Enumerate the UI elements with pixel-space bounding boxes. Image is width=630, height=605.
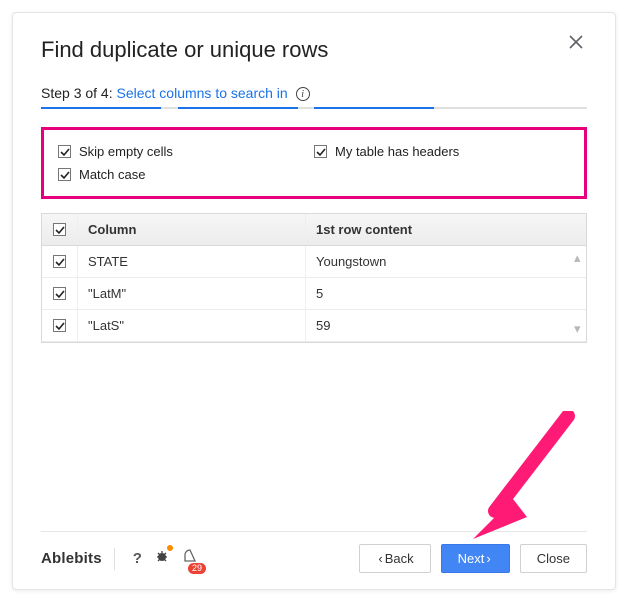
notification-badge: 29 (188, 563, 206, 574)
brand-label: Ablebits (41, 550, 102, 567)
divider (114, 548, 115, 570)
table-row[interactable]: "LatS"59▾ (42, 310, 586, 342)
row-first-content: 59▾ (306, 310, 586, 341)
button-label: Close (537, 551, 570, 566)
table-header: Column 1st row content (42, 214, 586, 246)
bug-icon[interactable] (154, 548, 170, 569)
info-icon[interactable]: i (296, 87, 310, 101)
table-row[interactable]: "LatM"5 (42, 278, 586, 310)
step-prefix: Step 3 of 4: (41, 85, 117, 101)
dialog-footer: Ablebits ? 29 ‹ Back Next › Close (41, 531, 587, 573)
dialog: Find duplicate or unique rows Step 3 of … (12, 12, 616, 590)
scroll-down-icon[interactable]: ▾ (574, 321, 582, 337)
chevron-left-icon: ‹ (378, 551, 382, 566)
row-first-content: 5 (306, 278, 586, 309)
row-first-content: Youngstown▴ (306, 246, 586, 277)
checkbox-icon (58, 168, 71, 181)
option-match-case[interactable]: Match case (58, 163, 314, 186)
button-label: Next (458, 551, 485, 566)
option-skip-empty[interactable]: Skip empty cells (58, 140, 314, 163)
row-checkbox[interactable] (42, 246, 78, 277)
option-has-headers[interactable]: My table has headers (314, 140, 570, 163)
checkbox-icon (58, 145, 71, 158)
columns-table: Column 1st row content STATEYoungstown▴"… (41, 213, 587, 343)
button-label: Back (385, 551, 414, 566)
dialog-title: Find duplicate or unique rows (41, 37, 587, 63)
row-column-name: "LatS" (78, 310, 306, 341)
header-column[interactable]: Column (78, 214, 306, 245)
back-button[interactable]: ‹ Back (359, 544, 430, 573)
step-link[interactable]: Select columns to search in (117, 85, 288, 101)
row-checkbox[interactable] (42, 310, 78, 341)
close-icon[interactable] (569, 35, 589, 55)
select-all-checkbox[interactable] (42, 214, 78, 245)
table-row[interactable]: STATEYoungstown▴ (42, 246, 586, 278)
row-checkbox[interactable] (42, 278, 78, 309)
footer-buttons: ‹ Back Next › Close (359, 544, 587, 573)
chevron-right-icon: › (486, 551, 490, 566)
option-label: My table has headers (335, 144, 459, 159)
option-label: Match case (79, 167, 145, 182)
close-button[interactable]: Close (520, 544, 587, 573)
scroll-up-icon[interactable]: ▴ (574, 250, 582, 266)
help-icon[interactable]: ? (133, 550, 142, 568)
notifications-icon[interactable]: 29 (182, 548, 198, 569)
next-button[interactable]: Next › (441, 544, 510, 573)
option-label: Skip empty cells (79, 144, 173, 159)
checkbox-icon (314, 145, 327, 158)
progress-bar (41, 107, 587, 109)
step-indicator: Step 3 of 4: Select columns to search in… (41, 85, 587, 101)
header-content[interactable]: 1st row content (306, 214, 586, 245)
row-column-name: STATE (78, 246, 306, 277)
row-column-name: "LatM" (78, 278, 306, 309)
search-options: Skip empty cells My table has headers Ma… (41, 127, 587, 199)
